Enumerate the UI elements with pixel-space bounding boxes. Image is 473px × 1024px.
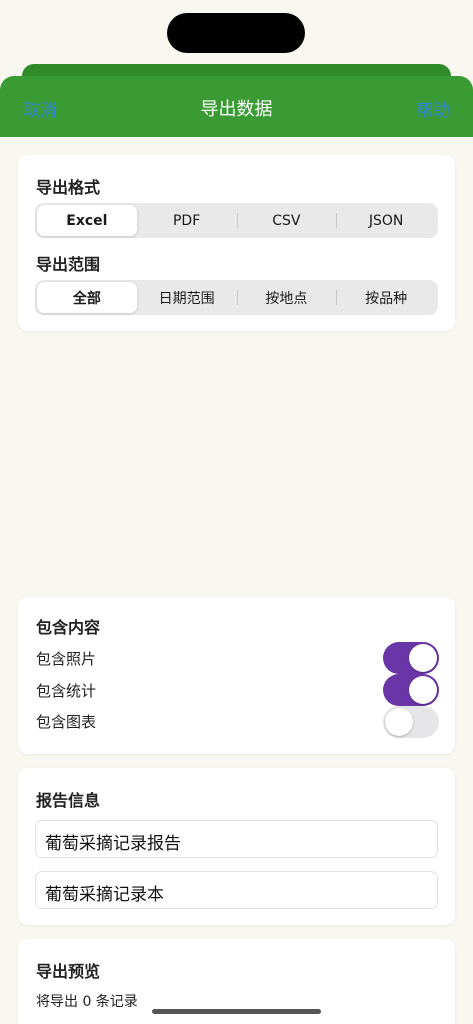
segment-csv[interactable]: CSV xyxy=(236,205,337,236)
preview-section-title: 导出预览 xyxy=(36,962,101,981)
segment-by-location[interactable]: 按地点 xyxy=(236,282,337,313)
export-options-card: 导出格式 Excel PDF CSV JSON 导出范围 全部 日期范围 按地点… xyxy=(18,155,455,331)
segment-by-variety[interactable]: 按品种 xyxy=(336,282,436,313)
segment-json[interactable]: JSON xyxy=(336,205,436,236)
report-info-card: 报告信息 葡萄采摘记录报告 葡萄采摘记录本 xyxy=(18,768,455,925)
navigation-bar: 取消 导出数据 帮助 xyxy=(0,76,473,137)
format-segmented-control: Excel PDF CSV JSON xyxy=(35,203,438,238)
toggle-knob xyxy=(409,676,437,704)
include-section-title: 包含内容 xyxy=(36,618,101,637)
segment-all[interactable]: 全部 xyxy=(37,282,137,313)
segment-date-range[interactable]: 日期范围 xyxy=(137,282,237,313)
include-stats-toggle[interactable] xyxy=(383,674,439,706)
dynamic-island xyxy=(167,13,305,53)
include-charts-label: 包含图表 xyxy=(36,713,97,731)
report-title-field[interactable]: 葡萄采摘记录报告 xyxy=(35,820,438,858)
include-stats-label: 包含统计 xyxy=(36,682,97,700)
segment-excel[interactable]: Excel xyxy=(37,205,137,236)
include-content-card: 包含内容 包含照片 包含统计 包含图表 xyxy=(18,597,455,754)
range-segmented-control: 全部 日期范围 按地点 按品种 xyxy=(35,280,438,315)
segment-pdf[interactable]: PDF xyxy=(137,205,237,236)
page-title: 导出数据 xyxy=(200,99,273,120)
include-photos-label: 包含照片 xyxy=(36,650,97,668)
include-charts-toggle[interactable] xyxy=(383,706,439,738)
preview-summary: 将导出 0 条记录 xyxy=(36,994,138,1010)
report-section-title: 报告信息 xyxy=(36,791,101,810)
toggle-knob xyxy=(409,644,437,672)
range-section-title: 导出范围 xyxy=(36,255,101,274)
format-section-title: 导出格式 xyxy=(36,178,101,197)
include-photos-toggle[interactable] xyxy=(383,642,439,674)
report-author-field[interactable]: 葡萄采摘记录本 xyxy=(35,871,438,909)
help-button[interactable]: 帮助 xyxy=(416,96,450,121)
toggle-knob xyxy=(385,708,413,736)
home-indicator xyxy=(152,1009,321,1014)
